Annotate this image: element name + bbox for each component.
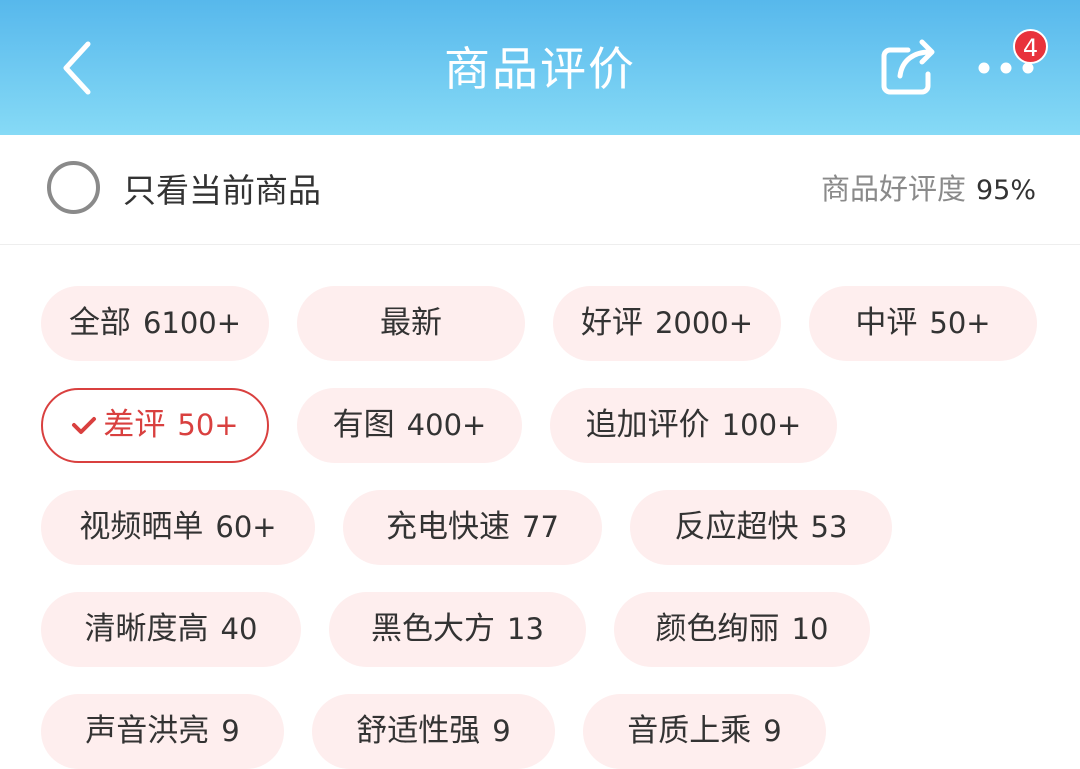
tag-label: 音质上乘 [627,713,752,749]
tag-label: 舒适性强 [356,713,481,749]
back-button[interactable] [52,36,102,100]
tag-chip[interactable]: 清晰度高 40 [41,592,301,667]
filter-bar: 只看当前商品 商品好评度 95% [0,135,1080,245]
tag-label: 充电快速 [386,509,511,545]
top-bar: 商品评价 4 [0,0,1080,135]
tag-chip[interactable]: 颜色绚丽 10 [614,592,870,667]
good-rating-value: 95% [975,175,1036,206]
check-icon [72,416,97,434]
tag-count: 100+ [721,408,802,442]
good-rating: 商品好评度 95% [821,163,1036,215]
review-tags: 全部 6100+ 最新 好评 2000+ 中评 50+ 差评 50+ 有图 400+ 追加… [0,245,1080,769]
tag-label: 黑色大方 [371,611,496,647]
tag-count: 2000+ [654,306,754,340]
tag-count: 10 [791,612,829,646]
tag-count: 9 [221,714,240,748]
tag-chip[interactable]: 有图 400+ [297,388,522,463]
tag-label: 颜色绚丽 [655,611,780,647]
tag-label: 最新 [380,305,442,341]
tag-chip[interactable]: 充电快速 77 [343,490,602,565]
tag-label: 中评 [855,305,918,341]
tag-chip-selected[interactable]: 差评 50+ [41,388,269,463]
tag-chip[interactable]: 好评 2000+ [553,286,781,361]
tag-chip[interactable]: 追加评价 100+ [550,388,837,463]
tag-label: 清晰度高 [84,611,209,647]
tag-count: 13 [507,612,544,646]
tag-count: 53 [810,510,848,544]
notification-badge: 4 [1013,29,1048,64]
tag-count: 60+ [215,510,277,544]
tag-count: 6100+ [142,306,242,340]
only-current-radio[interactable] [47,161,100,214]
tag-count: 77 [522,510,559,544]
tag-chip[interactable]: 全部 6100+ [41,286,269,361]
page-title: 商品评价 [444,42,636,96]
good-rating-label: 商品好评度 [820,172,966,206]
chevron-left-icon [63,41,91,95]
tag-label: 追加评价 [585,407,710,443]
share-icon [881,39,935,95]
tag-label: 视频晒单 [79,509,204,545]
tag-label: 反应超快 [674,509,799,545]
tag-chip[interactable]: 反应超快 53 [630,490,892,565]
tag-count: 9 [763,714,782,748]
tag-count: 50+ [929,306,991,340]
share-button[interactable] [876,34,942,100]
tag-count: 50+ [177,408,239,442]
tag-chip[interactable]: 黑色大方 13 [329,592,586,667]
tag-count: 40 [220,612,258,646]
only-current-label[interactable]: 只看当前商品 [123,163,321,219]
tag-label: 声音洪亮 [85,713,210,749]
tag-count: 9 [492,714,511,748]
tag-chip[interactable]: 最新 [297,286,525,361]
tag-chip[interactable]: 视频晒单 60+ [41,490,315,565]
tag-label: 有图 [332,407,395,443]
tag-label: 差评 [103,407,166,443]
tag-label: 全部 [68,305,131,341]
tag-label: 好评 [580,305,643,341]
tag-chip[interactable]: 中评 50+ [809,286,1037,361]
tag-count: 400+ [406,408,487,442]
